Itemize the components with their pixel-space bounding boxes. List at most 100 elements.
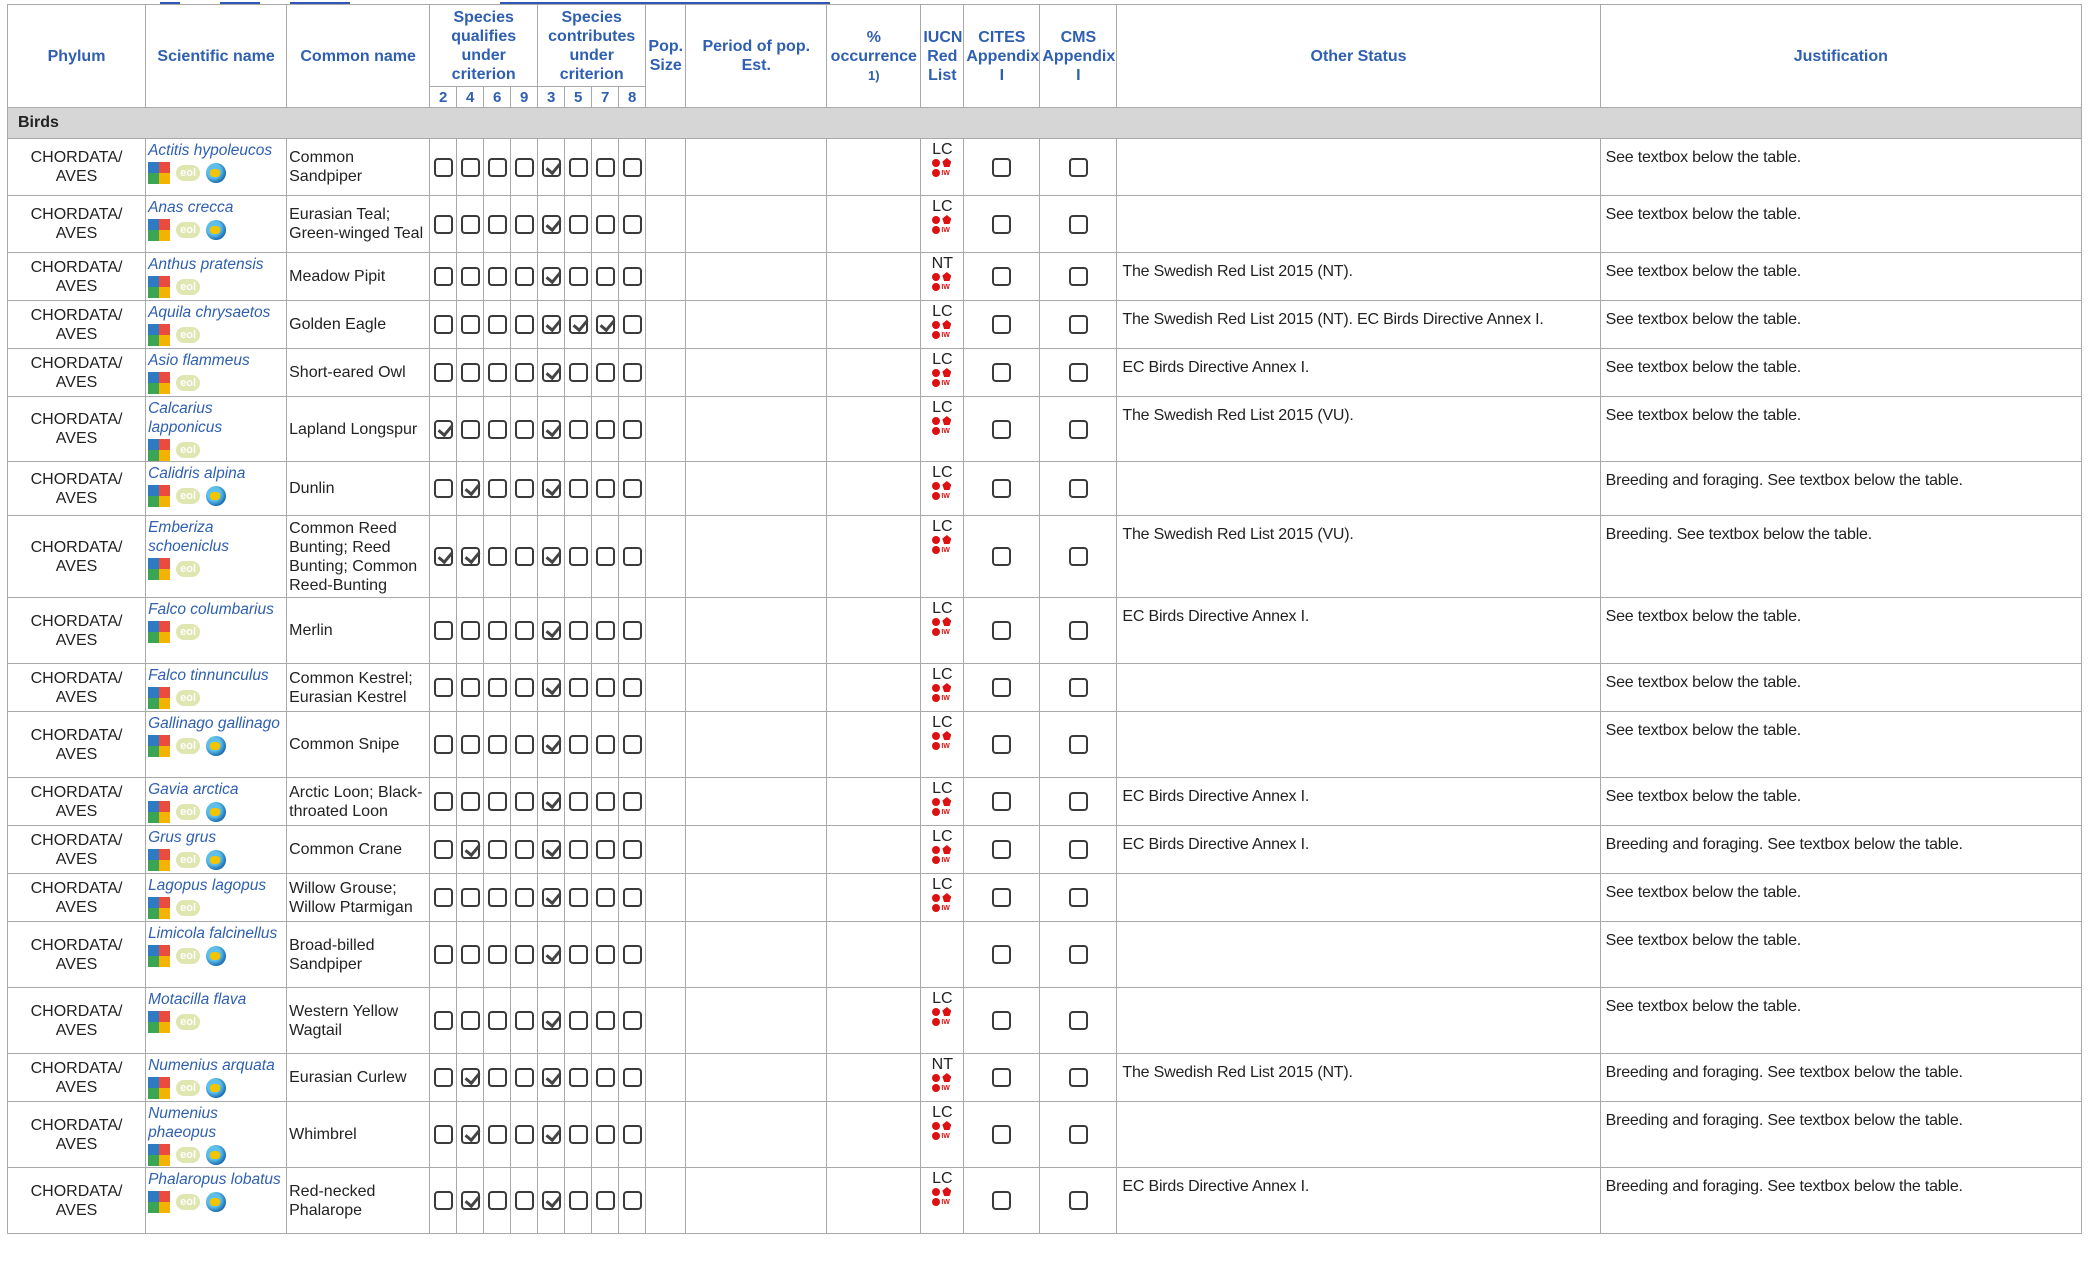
- qualifies-checkbox[interactable]: [514, 840, 534, 859]
- qualifies-checkbox[interactable]: [460, 621, 480, 640]
- cites-checkbox[interactable]: [992, 267, 1012, 286]
- eol-icon[interactable]: eol: [176, 900, 201, 916]
- species-link[interactable]: Actitis hypoleucos: [148, 141, 284, 160]
- qualifies-checkbox[interactable]: [514, 621, 534, 640]
- eol-icon[interactable]: eol: [176, 442, 201, 458]
- contributes-checkbox[interactable]: [541, 888, 561, 907]
- qualifies-checkbox[interactable]: [487, 888, 507, 907]
- qualifies-checkbox[interactable]: [460, 1125, 480, 1144]
- globe-icon[interactable]: [206, 486, 227, 506]
- contributes-checkbox[interactable]: [622, 267, 642, 286]
- species-database-icon[interactable]: [148, 849, 171, 871]
- qualifies-checkbox[interactable]: [460, 157, 480, 177]
- species-database-icon[interactable]: [148, 439, 171, 461]
- contributes-checkbox[interactable]: [541, 479, 561, 498]
- cms-checkbox[interactable]: [1068, 792, 1088, 811]
- qualifies-checkbox[interactable]: [514, 1011, 534, 1030]
- qualifies-checkbox[interactable]: [433, 1125, 453, 1144]
- cms-checkbox[interactable]: [1068, 214, 1088, 234]
- cites-checkbox[interactable]: [992, 1068, 1012, 1087]
- contributes-checkbox[interactable]: [622, 621, 642, 640]
- qualifies-checkbox[interactable]: [433, 267, 453, 286]
- contributes-checkbox[interactable]: [568, 1191, 588, 1210]
- qualifies-checkbox[interactable]: [460, 479, 480, 498]
- qualifies-checkbox[interactable]: [433, 888, 453, 907]
- contributes-checkbox[interactable]: [622, 1011, 642, 1030]
- cms-checkbox[interactable]: [1068, 888, 1088, 907]
- qualifies-checkbox[interactable]: [487, 315, 507, 334]
- qualifies-checkbox[interactable]: [487, 678, 507, 697]
- globe-icon[interactable]: [206, 1192, 227, 1212]
- globe-icon[interactable]: [206, 736, 227, 756]
- contributes-checkbox[interactable]: [622, 315, 642, 334]
- species-database-icon[interactable]: [148, 1077, 171, 1099]
- globe-icon[interactable]: [206, 220, 227, 240]
- species-database-icon[interactable]: [148, 735, 171, 757]
- qualifies-checkbox[interactable]: [460, 678, 480, 697]
- cms-checkbox[interactable]: [1068, 157, 1088, 177]
- contributes-checkbox[interactable]: [622, 547, 642, 566]
- qualifies-checkbox[interactable]: [514, 157, 534, 177]
- eol-icon[interactable]: eol: [176, 948, 201, 964]
- qualifies-checkbox[interactable]: [514, 419, 534, 439]
- qualifies-checkbox[interactable]: [460, 214, 480, 234]
- eol-icon[interactable]: eol: [176, 690, 201, 706]
- qualifies-checkbox[interactable]: [460, 1191, 480, 1210]
- contributes-checkbox[interactable]: [595, 678, 615, 697]
- red-list-icon[interactable]: IW: [931, 845, 953, 865]
- species-link[interactable]: Grus grus: [148, 828, 284, 847]
- species-database-icon[interactable]: [148, 219, 171, 241]
- qualifies-checkbox[interactable]: [433, 419, 453, 439]
- cms-checkbox[interactable]: [1068, 678, 1088, 697]
- contributes-checkbox[interactable]: [595, 1068, 615, 1087]
- cites-checkbox[interactable]: [992, 840, 1012, 859]
- red-list-icon[interactable]: IW: [931, 893, 953, 913]
- qualifies-checkbox[interactable]: [487, 792, 507, 811]
- qualifies-checkbox[interactable]: [514, 479, 534, 498]
- contributes-checkbox[interactable]: [622, 735, 642, 754]
- globe-icon[interactable]: [206, 850, 227, 870]
- contributes-checkbox[interactable]: [568, 315, 588, 334]
- qualifies-checkbox[interactable]: [487, 547, 507, 566]
- species-link[interactable]: Limicola falcinellus: [148, 924, 284, 943]
- contributes-checkbox[interactable]: [622, 419, 642, 439]
- contributes-checkbox[interactable]: [622, 1191, 642, 1210]
- eol-icon[interactable]: eol: [176, 561, 201, 577]
- species-database-icon[interactable]: [148, 945, 171, 967]
- species-link[interactable]: Calidris alpina: [148, 464, 284, 483]
- species-database-icon[interactable]: [148, 1144, 171, 1166]
- qualifies-checkbox[interactable]: [514, 267, 534, 286]
- cites-checkbox[interactable]: [992, 735, 1012, 754]
- contributes-checkbox[interactable]: [622, 479, 642, 498]
- eol-icon[interactable]: eol: [176, 165, 201, 181]
- qualifies-checkbox[interactable]: [514, 363, 534, 382]
- species-link[interactable]: Numenius phaeopus: [148, 1104, 284, 1142]
- qualifies-checkbox[interactable]: [433, 1068, 453, 1087]
- qualifies-checkbox[interactable]: [514, 547, 534, 566]
- contributes-checkbox[interactable]: [622, 1068, 642, 1087]
- contributes-checkbox[interactable]: [622, 1125, 642, 1144]
- cms-checkbox[interactable]: [1068, 479, 1088, 498]
- qualifies-checkbox[interactable]: [460, 1068, 480, 1087]
- contributes-checkbox[interactable]: [568, 621, 588, 640]
- cms-checkbox[interactable]: [1068, 547, 1088, 566]
- qualifies-checkbox[interactable]: [433, 621, 453, 640]
- red-list-icon[interactable]: IW: [931, 416, 953, 436]
- qualifies-checkbox[interactable]: [487, 363, 507, 382]
- qualifies-checkbox[interactable]: [487, 735, 507, 754]
- qualifies-checkbox[interactable]: [514, 792, 534, 811]
- contributes-checkbox[interactable]: [622, 945, 642, 964]
- eol-icon[interactable]: eol: [176, 624, 201, 640]
- qualifies-checkbox[interactable]: [460, 547, 480, 566]
- contributes-checkbox[interactable]: [595, 214, 615, 234]
- qualifies-checkbox[interactable]: [487, 479, 507, 498]
- species-link[interactable]: Gallinago gallinago: [148, 714, 284, 733]
- contributes-checkbox[interactable]: [568, 214, 588, 234]
- species-link[interactable]: Motacilla flava: [148, 990, 284, 1009]
- qualifies-checkbox[interactable]: [514, 1191, 534, 1210]
- qualifies-checkbox[interactable]: [487, 1191, 507, 1210]
- cites-checkbox[interactable]: [992, 157, 1012, 177]
- red-list-icon[interactable]: IW: [931, 320, 953, 340]
- cites-checkbox[interactable]: [992, 945, 1012, 964]
- cites-checkbox[interactable]: [992, 888, 1012, 907]
